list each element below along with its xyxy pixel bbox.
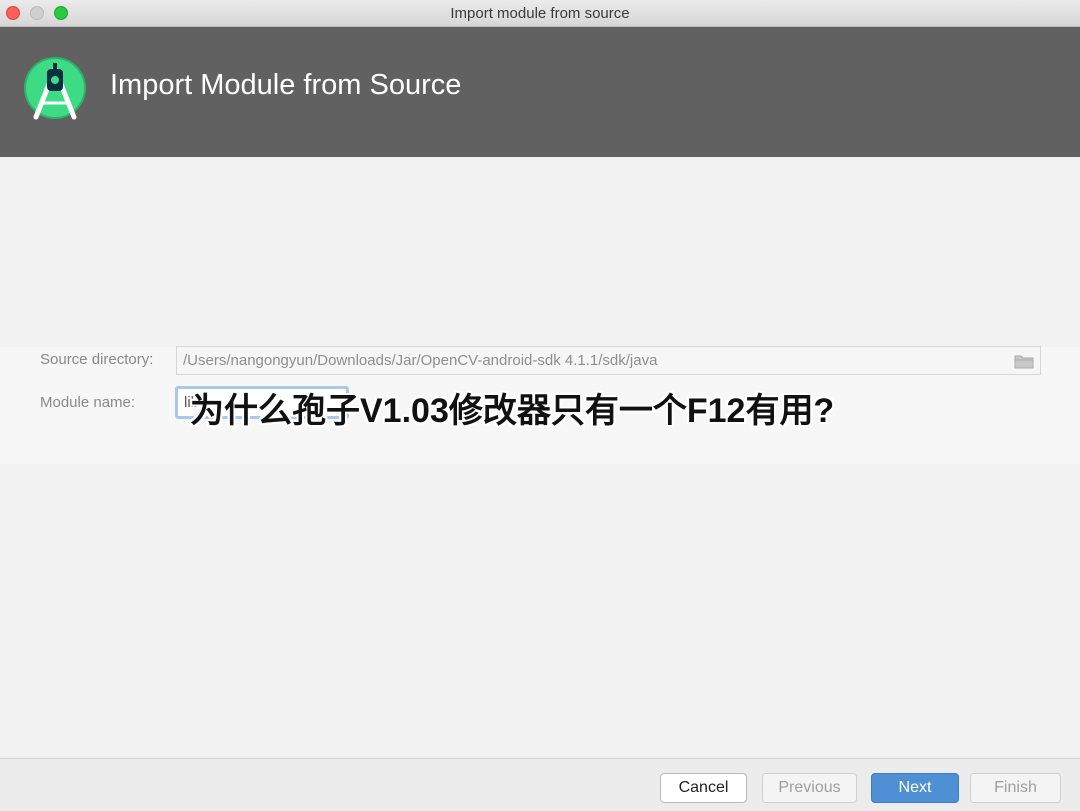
dialog-header: Import Module from Source [0,27,1080,157]
android-studio-logo-icon [24,57,86,120]
dialog-footer: Cancel Previous Next Finish [0,758,1080,811]
next-button[interactable]: Next [871,773,959,803]
overlay-caption: 为什么孢子V1.03修改器只有一个F12有用? [190,392,835,430]
finish-button[interactable]: Finish [970,773,1061,803]
source-directory-value: /Users/nangongyun/Downloads/Jar/OpenCV-a… [183,352,658,369]
dialog-title: Import Module from Source [110,69,462,101]
source-directory-field[interactable]: /Users/nangongyun/Downloads/Jar/OpenCV-a… [176,346,1041,375]
source-directory-label: Source directory: [40,351,154,368]
folder-icon[interactable] [1014,353,1034,369]
window-titlebar: Import module from source [0,0,1080,27]
module-name-label: Module name: [40,394,136,411]
window-title: Import module from source [450,5,630,22]
previous-button[interactable]: Previous [762,773,857,803]
cancel-button[interactable]: Cancel [660,773,747,803]
